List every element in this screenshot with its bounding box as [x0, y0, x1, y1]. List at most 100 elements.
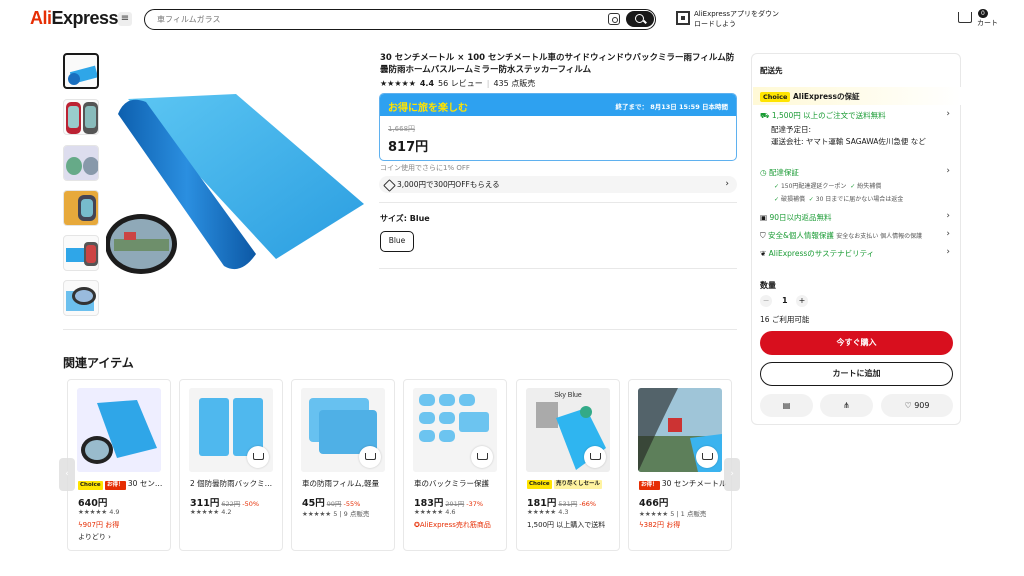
- related-card[interactable]: 車の防雨フィルム,軽量 45円 99円 -55% ★★★★★ 5 | 9 点販売: [291, 379, 395, 551]
- add-cart-icon[interactable]: [471, 446, 493, 468]
- savings-text: 907円 お得: [82, 521, 120, 529]
- related-image: Sky Blue: [526, 388, 610, 472]
- review-count[interactable]: 56 レビュー: [438, 78, 483, 89]
- chevron-right-icon[interactable]: ›: [946, 247, 950, 257]
- delivery-guarantee-text: 配達保証: [768, 168, 799, 177]
- stars: ★★★★★: [78, 508, 108, 516]
- savings: ϟ907円 お得: [78, 520, 119, 530]
- free-shipping-text: 1,500円 以上のご注文で送料無料: [771, 111, 886, 120]
- sustainability-row[interactable]: ❦ AliExpressのサステナビリティ: [760, 248, 874, 259]
- quantity-minus-button[interactable]: −: [760, 295, 772, 307]
- discount: -37%: [466, 500, 484, 508]
- savings: ϟ382円 お得: [639, 520, 680, 530]
- camera-search-icon[interactable]: [608, 13, 620, 25]
- cart-label[interactable]: カート: [977, 18, 998, 28]
- security-row[interactable]: ⛉ 安全&個人情報保護 安全なお支払い 個人情報の保護: [760, 230, 922, 241]
- related-image: [301, 388, 385, 472]
- thumbnail-mirror-image: [66, 102, 98, 134]
- leaf-icon: ❦: [760, 249, 769, 258]
- related-card[interactable]: 車のバックミラー保護 183円 291円 -37% ★★★★★ 4.6 ✪AliEx…: [403, 379, 507, 551]
- chevron-right-icon[interactable]: ›: [946, 166, 950, 176]
- related-title: Choice お得！ 30 センチメートル: [78, 478, 166, 490]
- related-title: Choice 売り尽くしセール: [527, 478, 615, 489]
- related-card[interactable]: 2 個防曇防雨バックミラー 311円 622円 -50% ★★★★★ 4.2: [179, 379, 283, 551]
- choice-tag: Choice: [78, 481, 103, 490]
- related-title: 2 個防曇防雨バックミラー: [190, 479, 278, 488]
- returns-row[interactable]: ▣ 90日以内返品無料: [760, 212, 832, 223]
- add-cart-icon[interactable]: [696, 446, 718, 468]
- original-price: 99円: [326, 500, 342, 508]
- related-price: 466円: [639, 495, 668, 509]
- sold-count: 435 点販売: [493, 79, 536, 88]
- quantity-value[interactable]: 1: [782, 296, 788, 305]
- related-card[interactable]: Choice お得！ 30 センチメートル 640円 ★★★★★ 4.9 ϟ90…: [67, 379, 171, 551]
- delivery-guarantee-row[interactable]: ◷ 配達保証: [760, 167, 799, 178]
- product-title: 30 センチメートル × 100 センチメートル車のサイドウィンドウバックミラー…: [380, 53, 735, 75]
- chevron-right-icon[interactable]: ›: [946, 229, 950, 239]
- app-line-2: ロードしよう: [694, 20, 736, 28]
- stars: ★★★★★: [414, 508, 444, 516]
- share-button[interactable]: ⋔: [820, 394, 873, 417]
- related-rating: ★★★★★ 5 | 1 点販売: [639, 508, 706, 518]
- coupon-bar[interactable]: 3,000円で300円OFFもらえる ›: [379, 176, 737, 193]
- wishlist-button[interactable]: ♡ 909: [881, 394, 953, 417]
- bestseller-badge: ✪AliExpress売れ筋商品: [414, 520, 491, 530]
- related-price: 311円 622円 -50%: [190, 495, 259, 509]
- app-download-link[interactable]: AliExpressアプリをダウン ロードしよう: [694, 9, 784, 29]
- thumbnail-3[interactable]: [63, 145, 99, 181]
- ship-to-label[interactable]: 配送先: [760, 65, 783, 76]
- search-input[interactable]: [157, 12, 587, 27]
- related-card[interactable]: Sky Blue Choice 売り尽くしセール 181円 531円 -66% ★★…: [516, 379, 620, 551]
- thumbnail-5[interactable]: [63, 235, 99, 271]
- bundle-link[interactable]: よりどり ›: [78, 532, 111, 542]
- product-main-image[interactable]: [106, 54, 371, 284]
- add-cart-icon[interactable]: [247, 446, 269, 468]
- related-rating: ★★★★★ 4.3: [527, 508, 569, 516]
- deal-tag: お得！: [639, 481, 660, 490]
- rating-text: 4.9: [109, 508, 120, 516]
- logo-part-a: Ali: [30, 8, 52, 28]
- chevron-right-icon[interactable]: ›: [946, 109, 950, 119]
- thumbnail-car-image: [64, 191, 98, 225]
- rating-text: 4.3: [558, 508, 569, 516]
- related-card[interactable]: お得！ 30 センチメートル 466円 ★★★★★ 5 | 1 点販売 ϟ382…: [628, 379, 732, 551]
- quantity-plus-button[interactable]: +: [796, 295, 808, 307]
- carousel-prev-button[interactable]: ‹: [59, 458, 75, 491]
- buy-now-button[interactable]: 今すぐ購入: [760, 331, 953, 355]
- sustainability-text: AliExpressのサステナビリティ: [768, 249, 875, 258]
- check-icon: ✓: [774, 196, 780, 203]
- cart-icon[interactable]: [958, 12, 972, 23]
- thumbnail-4[interactable]: [63, 190, 99, 226]
- stars: ★★★★★: [302, 510, 332, 518]
- clearance-tag: 売り尽くしセール: [554, 480, 603, 489]
- chevron-right-icon[interactable]: ›: [946, 211, 950, 221]
- discount: -55%: [343, 500, 361, 508]
- related-image: [413, 388, 497, 472]
- carousel-next-button[interactable]: ›: [724, 458, 740, 491]
- discount: -66%: [579, 500, 597, 508]
- choice-badge: Choice: [760, 92, 791, 102]
- original-price: 291円: [445, 500, 465, 508]
- thumbnail-1[interactable]: [63, 53, 99, 89]
- related-price: 181円 531円 -66%: [527, 495, 596, 509]
- carrier-info: 運送会社: ヤマト運輸 SAGAWA佐川急便 など: [771, 137, 926, 146]
- thumbnail-6[interactable]: [63, 280, 99, 316]
- add-cart-icon[interactable]: [359, 446, 381, 468]
- qr-code-icon[interactable]: [676, 11, 690, 25]
- guarantee-item: 30 日までに届かない場合は返金: [815, 196, 904, 203]
- size-option-blue[interactable]: Blue: [380, 231, 414, 252]
- menu-icon[interactable]: ≡: [118, 12, 132, 26]
- original-price: 1,668円: [388, 125, 416, 133]
- rating-text: 5 | 9 点販売: [333, 510, 370, 518]
- store-button[interactable]: ▤: [760, 394, 813, 417]
- add-to-cart-button[interactable]: カートに追加: [760, 362, 953, 386]
- free-shipping-row[interactable]: ⛟ 1,500円 以上のご注文で送料無料: [760, 110, 886, 121]
- aliexpress-logo[interactable]: AliExpress: [30, 8, 119, 29]
- add-cart-icon[interactable]: [584, 446, 606, 468]
- rating-text: 4.2: [221, 508, 232, 516]
- divider: [379, 268, 737, 269]
- thumbnail-2[interactable]: [63, 99, 99, 135]
- rating-row: ★★★★★ 4.4 56 レビュー | 435 点販売: [380, 78, 535, 89]
- truck-icon: ⛟: [760, 111, 772, 120]
- search-button[interactable]: [626, 11, 654, 27]
